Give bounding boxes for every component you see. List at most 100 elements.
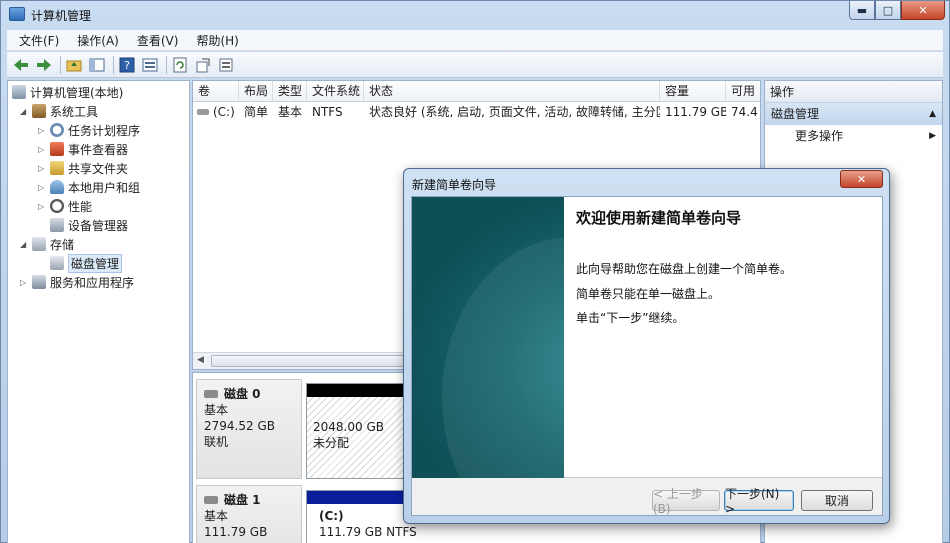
collapsed-arrow-icon[interactable]: ▷ bbox=[20, 278, 30, 287]
wizard-banner-image bbox=[412, 197, 564, 478]
collapsed-arrow-icon[interactable]: ▷ bbox=[38, 164, 48, 173]
next-button[interactable]: 下一步(N) > bbox=[724, 487, 794, 516]
layout-cell: 简单 bbox=[244, 105, 269, 119]
column-layout[interactable]: 布局 bbox=[239, 81, 273, 102]
collapsed-arrow-icon[interactable]: ▷ bbox=[38, 202, 48, 211]
tree-label: 任务计划程序 bbox=[68, 123, 141, 138]
wizard-body: 欢迎使用新建简单卷向导 此向导帮助您在磁盘上创建一个简单卷。 简单卷只能在单一磁… bbox=[411, 196, 883, 516]
tree-item-system-tools[interactable]: ◢ 系统工具 bbox=[20, 102, 98, 120]
forward-arrow-icon[interactable] bbox=[34, 55, 54, 75]
tree-label: 服务和应用程序 bbox=[50, 275, 135, 290]
tree-item-local-users[interactable]: ▷ 本地用户和组 bbox=[38, 178, 140, 196]
disk-icon bbox=[204, 496, 218, 504]
toolbar-separator bbox=[113, 55, 114, 74]
tree-item-services-apps[interactable]: ▷ 服务和应用程序 bbox=[20, 273, 134, 291]
menu-action[interactable]: 操作(A) bbox=[71, 32, 125, 49]
filesystem-cell: NTFS bbox=[312, 105, 343, 119]
submenu-arrow-icon: ▶ bbox=[929, 131, 936, 141]
navigation-tree: 计算机管理(本地) ◢ 系统工具 ▷ 任务计划程序 ▷ 事件查看器 ▷ 共享文件… bbox=[7, 80, 190, 543]
menu-file[interactable]: 文件(F) bbox=[13, 32, 65, 49]
disk-1-type: 基本 bbox=[204, 509, 229, 523]
tree-label: 本地用户和组 bbox=[68, 180, 141, 195]
status-cell: 状态良好 (系统, 启动, 页面文件, 活动, 故障转储, 主分区) bbox=[369, 105, 660, 119]
disk-1-name: 磁盘 1 bbox=[224, 493, 261, 507]
caption-buttons: ▬ □ ✕ bbox=[849, 1, 945, 21]
shared-folder-icon bbox=[50, 161, 64, 175]
wizard-text-line-3: 单击“下一步”继续。 bbox=[576, 311, 685, 325]
menu-view[interactable]: 查看(V) bbox=[131, 32, 185, 49]
disk-1-size: 111.79 GB bbox=[204, 525, 268, 539]
toolbar: ? bbox=[7, 52, 943, 78]
maximize-button[interactable]: □ bbox=[875, 1, 901, 20]
show-hide-tree-icon[interactable] bbox=[87, 55, 107, 75]
scrollbar-thumb[interactable] bbox=[211, 355, 411, 367]
column-capacity[interactable]: 容量 bbox=[660, 81, 726, 102]
tree-label: 共享文件夹 bbox=[68, 161, 129, 176]
column-free[interactable]: 可用 bbox=[726, 81, 760, 102]
disk-icon bbox=[204, 390, 218, 398]
tree-item-shared-folders[interactable]: ▷ 共享文件夹 bbox=[38, 159, 128, 177]
close-button[interactable]: ✕ bbox=[901, 1, 945, 20]
disk-1-info[interactable]: 磁盘 1 基本 111.79 GB bbox=[196, 485, 302, 543]
actions-section-disk-management[interactable]: 磁盘管理 ▲ bbox=[765, 103, 942, 125]
minimize-button[interactable]: ▬ bbox=[849, 1, 875, 20]
capacity-cell: 111.79 GB bbox=[665, 105, 726, 119]
disk-icon[interactable] bbox=[216, 55, 236, 75]
tree-item-device-manager[interactable]: 设备管理器 bbox=[50, 216, 128, 234]
actions-header: 操作 bbox=[765, 81, 942, 103]
export-icon[interactable] bbox=[193, 55, 213, 75]
expanded-arrow-icon[interactable]: ◢ bbox=[20, 107, 30, 116]
disk-1-name-row: 磁盘 1 bbox=[204, 492, 294, 508]
tools-icon bbox=[32, 104, 46, 118]
disk-management-icon bbox=[50, 256, 64, 270]
back-button[interactable]: < 上一步(B) bbox=[652, 487, 720, 516]
tree-item-root[interactable]: 计算机管理(本地) bbox=[12, 83, 123, 101]
title-bar[interactable]: 计算机管理 ▬ □ ✕ bbox=[1, 1, 949, 29]
cancel-button[interactable]: 取消 bbox=[801, 490, 873, 511]
window-title: 计算机管理 bbox=[31, 9, 92, 23]
collapse-arrow-icon[interactable]: ▲ bbox=[929, 103, 936, 125]
refresh-icon[interactable] bbox=[170, 55, 190, 75]
collapsed-arrow-icon[interactable]: ▷ bbox=[38, 145, 48, 154]
help-icon[interactable]: ? bbox=[117, 55, 137, 75]
tree-item-task-scheduler[interactable]: ▷ 任务计划程序 bbox=[38, 121, 140, 139]
type-cell: 基本 bbox=[278, 105, 303, 119]
wizard-close-button[interactable]: ✕ bbox=[840, 170, 883, 188]
more-actions-item[interactable]: 更多操作 ▶ bbox=[765, 125, 942, 147]
svg-text:?: ? bbox=[124, 59, 130, 72]
scroll-left-arrow-icon[interactable]: ◀ bbox=[197, 355, 204, 365]
up-folder-icon[interactable] bbox=[64, 55, 84, 75]
tree-item-disk-management[interactable]: 磁盘管理 bbox=[50, 253, 123, 273]
column-status[interactable]: 状态 bbox=[364, 81, 660, 102]
menu-help[interactable]: 帮助(H) bbox=[190, 32, 244, 49]
tree-item-performance[interactable]: ▷ 性能 bbox=[38, 197, 92, 215]
column-type[interactable]: 类型 bbox=[273, 81, 307, 102]
column-filesystem[interactable]: 文件系统 bbox=[307, 81, 364, 102]
properties-icon[interactable] bbox=[140, 55, 160, 75]
tree-item-storage[interactable]: ◢ 存储 bbox=[20, 235, 74, 253]
volume-name: (C:) bbox=[213, 105, 235, 119]
column-volume[interactable]: 卷 bbox=[193, 81, 239, 102]
disk-0-status: 联机 bbox=[204, 435, 229, 449]
more-actions-label: 更多操作 bbox=[795, 129, 844, 143]
tree-label: 事件查看器 bbox=[68, 142, 129, 157]
wizard-content: 欢迎使用新建简单卷向导 此向导帮助您在磁盘上创建一个简单卷。 简单卷只能在单一磁… bbox=[564, 197, 882, 478]
disk-0-info[interactable]: 磁盘 0 基本 2794.52 GB 联机 bbox=[196, 379, 302, 479]
tree-item-event-viewer[interactable]: ▷ 事件查看器 bbox=[38, 140, 128, 158]
banner-swoop bbox=[442, 237, 564, 478]
volume-drive-icon bbox=[197, 109, 209, 115]
disk-0-name-row: 磁盘 0 bbox=[204, 386, 294, 402]
tree-label: 计算机管理(本地) bbox=[30, 85, 124, 100]
expanded-arrow-icon[interactable]: ◢ bbox=[20, 240, 30, 249]
disk-0-size: 2794.52 GB bbox=[204, 419, 275, 433]
tree-label: 设备管理器 bbox=[68, 218, 129, 233]
collapsed-arrow-icon[interactable]: ▷ bbox=[38, 183, 48, 192]
disk-0-type: 基本 bbox=[204, 403, 229, 417]
computer-icon bbox=[12, 85, 26, 99]
tree-label: 磁盘管理 bbox=[68, 253, 123, 273]
tree-label: 性能 bbox=[68, 199, 93, 214]
performance-icon bbox=[50, 199, 64, 213]
back-arrow-icon[interactable] bbox=[11, 55, 31, 75]
tree-label: 系统工具 bbox=[50, 104, 99, 119]
collapsed-arrow-icon[interactable]: ▷ bbox=[38, 126, 48, 135]
